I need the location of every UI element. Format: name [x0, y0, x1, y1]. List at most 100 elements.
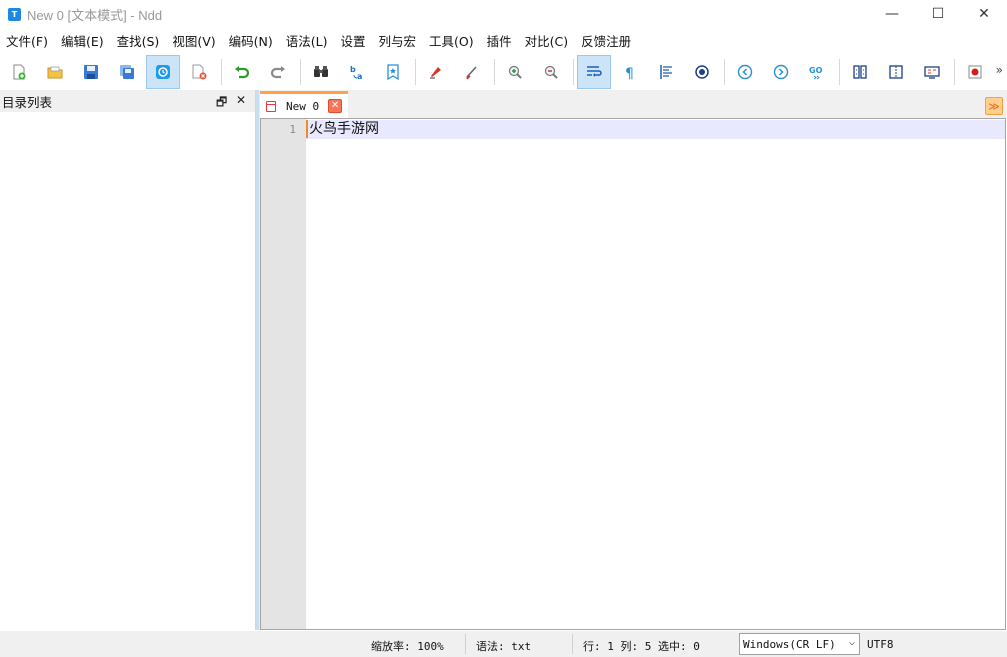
- open-file-button[interactable]: [38, 55, 72, 89]
- target-icon: [695, 64, 709, 79]
- menu-plugins[interactable]: 插件: [481, 31, 519, 50]
- replace-icon: ba: [350, 65, 362, 81]
- word-wrap-button[interactable]: [577, 54, 611, 89]
- target-button[interactable]: [685, 55, 719, 89]
- mark-button[interactable]: [419, 55, 453, 89]
- menu-settings[interactable]: 设置: [334, 31, 372, 50]
- tab-label: New 0: [286, 99, 320, 113]
- close-file-icon: [192, 64, 207, 79]
- directory-panel-header: 目录列表 🗗 ✕: [0, 90, 255, 112]
- toolbar-separator: [839, 58, 840, 85]
- menu-edit[interactable]: 编辑(E): [55, 31, 111, 50]
- syntax-status: 语法: txt: [476, 640, 532, 653]
- line-ending-value: Windows(CR LF): [743, 637, 836, 651]
- tab-list-button[interactable]: ≫: [985, 97, 1003, 115]
- status-separator: [465, 634, 466, 654]
- zoom-in-icon: [508, 65, 522, 79]
- compare-bin-button[interactable]: [915, 55, 949, 89]
- find-button[interactable]: [304, 55, 338, 89]
- text-caret: [306, 120, 308, 138]
- menu-encoding[interactable]: 编码(N): [223, 31, 280, 50]
- indent-guide-icon: [660, 64, 672, 79]
- clear-mark-icon: [466, 65, 477, 79]
- toolbar-separator: [494, 58, 495, 85]
- save-all-icon: [120, 64, 134, 79]
- panel-close-icon[interactable]: ✕: [236, 93, 246, 107]
- window-controls: — ☐ ✕: [869, 0, 1007, 28]
- new-file-icon: [13, 64, 26, 79]
- editor-line-text[interactable]: 火鸟手游网: [309, 120, 379, 139]
- marker-icon: [430, 66, 441, 79]
- svg-text:a: a: [357, 72, 362, 81]
- minimize-button[interactable]: —: [869, 0, 915, 28]
- compare-file-button[interactable]: [879, 55, 913, 89]
- menu-file[interactable]: 文件(F): [0, 31, 55, 50]
- toolbar-separator: [300, 58, 301, 85]
- maximize-button[interactable]: ☐: [915, 0, 961, 28]
- close-file-button[interactable]: [182, 55, 216, 89]
- replace-button[interactable]: ba: [340, 55, 374, 89]
- compare-dir-icon: [853, 64, 867, 79]
- encoding-status: UTF8: [867, 638, 894, 651]
- new-file-button[interactable]: [2, 55, 36, 89]
- undo-button[interactable]: [225, 55, 259, 89]
- line-ending-select[interactable]: Windows(CR LF) ⌵: [739, 633, 860, 655]
- zoom-in-button[interactable]: [498, 55, 532, 89]
- auto-save-icon: [156, 64, 170, 79]
- menu-language[interactable]: 语法(L): [280, 31, 335, 50]
- status-separator: [572, 634, 573, 654]
- zoom-status: 缩放率: 100%: [371, 640, 444, 653]
- panel-splitter-highlight: [256, 90, 259, 630]
- next-button[interactable]: [764, 55, 798, 89]
- compare-bin-icon: [924, 65, 940, 79]
- goto-button[interactable]: GO: [800, 55, 834, 89]
- toolbar: ba ¶ GO »: [0, 53, 1007, 90]
- compare-dir-button[interactable]: [843, 55, 877, 89]
- show-all-chars-icon: ¶: [625, 66, 634, 81]
- record-macro-button[interactable]: [958, 55, 992, 89]
- toolbar-separator: [415, 58, 416, 85]
- show-all-chars-button[interactable]: ¶: [613, 55, 647, 89]
- save-icon: [84, 64, 98, 79]
- goto-icon: GO: [809, 66, 823, 79]
- auto-save-button[interactable]: [146, 54, 180, 89]
- line-number-gutter: 1: [261, 119, 306, 629]
- svg-text:GO: GO: [809, 66, 823, 75]
- menu-view[interactable]: 视图(V): [166, 31, 222, 50]
- menu-search[interactable]: 查找(S): [111, 31, 167, 50]
- save-button[interactable]: [74, 55, 108, 89]
- status-bar: 缩放率: 100% 语法: txt 行: 1 列: 5 选中: 0 Window…: [0, 631, 1007, 657]
- toolbar-separator: [221, 58, 222, 85]
- prev-button[interactable]: [728, 55, 762, 89]
- toolbar-overflow-button[interactable]: »: [996, 63, 1003, 77]
- next-icon: [773, 64, 789, 79]
- svg-text:¶: ¶: [625, 66, 634, 81]
- indent-guide-button[interactable]: [649, 55, 683, 89]
- clear-mark-button[interactable]: [455, 55, 489, 89]
- bookmark-button[interactable]: [376, 55, 410, 89]
- cursor-position-status: 行: 1 列: 5 选中: 0: [583, 640, 700, 653]
- toolbar-separator: [724, 58, 725, 85]
- undo-icon: [235, 65, 250, 78]
- zoom-out-button[interactable]: [534, 55, 568, 89]
- panel-float-icon[interactable]: 🗗: [216, 93, 227, 114]
- redo-button[interactable]: [261, 55, 295, 89]
- toolbar-separator: [954, 58, 955, 85]
- save-all-button[interactable]: [110, 55, 144, 89]
- close-window-button[interactable]: ✕: [961, 0, 1007, 28]
- directory-panel-title: 目录列表: [2, 94, 53, 110]
- tab-new-0[interactable]: New 0 ✕: [260, 91, 348, 118]
- tab-strip: New 0 ✕ ≫: [260, 90, 1007, 118]
- prev-icon: [737, 64, 753, 79]
- word-wrap-icon: [587, 65, 602, 77]
- editor[interactable]: 1 火鸟手游网: [260, 118, 1006, 630]
- svg-text:b: b: [350, 65, 356, 74]
- tab-close-button[interactable]: ✕: [328, 99, 343, 113]
- unsaved-file-icon: [266, 100, 276, 112]
- menu-feedback[interactable]: 反馈注册: [575, 31, 638, 50]
- menu-column-macro[interactable]: 列与宏: [372, 31, 423, 50]
- bookmark-icon: [387, 63, 399, 80]
- menu-tools[interactable]: 工具(O): [423, 31, 481, 50]
- line-number: 1: [289, 123, 296, 136]
- menu-compare[interactable]: 对比(C): [519, 31, 575, 50]
